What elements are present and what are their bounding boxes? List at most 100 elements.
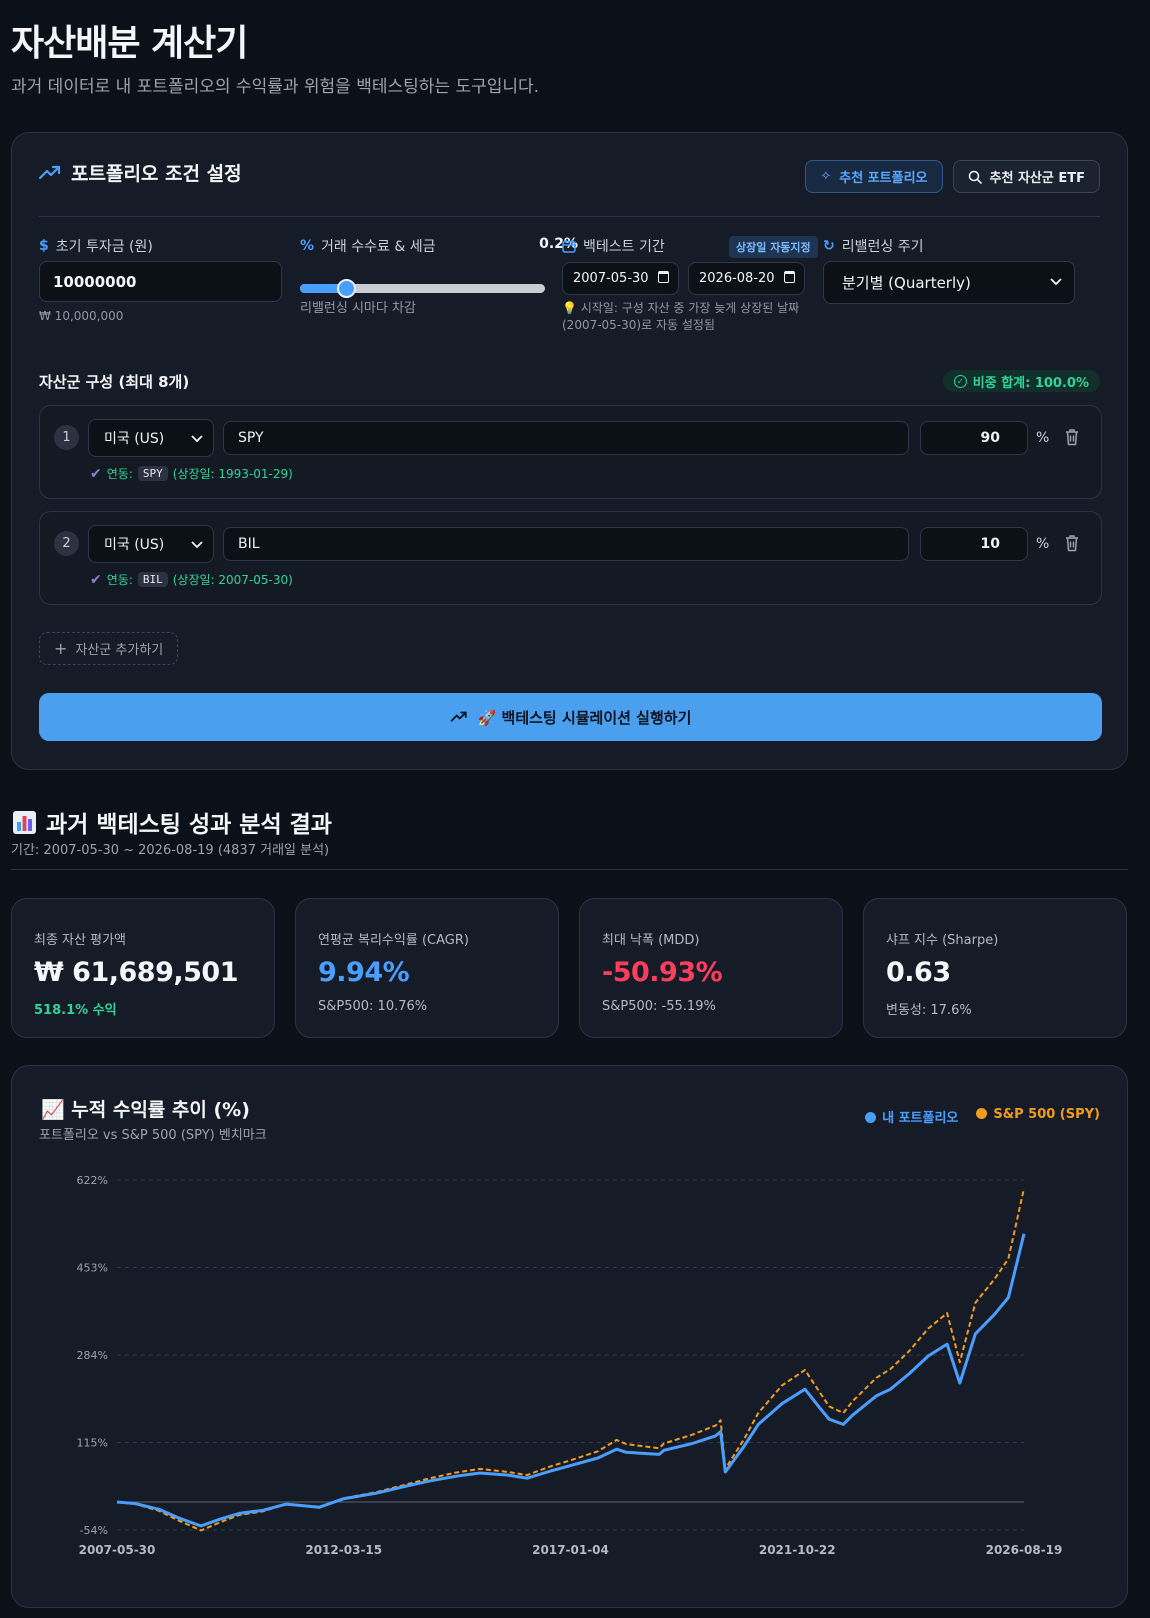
start-date-value: 2007-05-30	[573, 271, 649, 286]
calendar-picker-icon[interactable]	[784, 271, 795, 283]
weight-value: 90	[980, 430, 1000, 446]
kpi-label: 샤프 지수 (Sharpe)	[886, 933, 999, 948]
listing-date: (상장일: 2007-05-30)	[172, 573, 293, 587]
end-date-value: 2026-08-20	[699, 271, 775, 286]
kpi-sub: S&P500: 10.76%	[318, 999, 428, 1014]
initial-capital-formatted: ₩ 10,000,000	[39, 309, 124, 323]
y-tick-label: -54%	[80, 1524, 108, 1537]
cumulative-return-chart: 622% 453% 284% 115% -54% 2007-05-30 2012-03-15…	[77, 1174, 1063, 1557]
initial-capital-value: 10000000	[53, 272, 137, 291]
percent-sign: %	[1036, 536, 1050, 552]
country-select[interactable]: 미국 (US)	[88, 525, 214, 563]
kpi-value: ₩ 61,689,501	[34, 957, 239, 988]
country-select[interactable]: 미국 (US)	[88, 419, 214, 457]
check-icon: ✔	[90, 465, 102, 482]
fee-slider[interactable]	[300, 279, 545, 298]
linked-info: ✔ 연동: SPY (상장일: 1993-01-29)	[90, 465, 293, 482]
bar-chart-icon	[13, 810, 36, 834]
period-note-line1: 💡 시작일: 구성 자산 중 가장 늦게 상장된 날짜	[562, 301, 800, 315]
rebalance-label: ↻ 리밸런싱 주기	[823, 236, 923, 256]
rebalance-label-text: 리밸런싱 주기	[841, 239, 924, 255]
run-backtest-label: 🚀 백테스팅 시뮬레이션 실행하기	[477, 708, 692, 727]
fee-note: 리밸런싱 시마다 차감	[300, 301, 416, 316]
results-heading: 과거 백테스팅 성과 분석 결과	[13, 805, 332, 839]
country-value: 미국 (US)	[104, 431, 165, 447]
period-note-line2: (2007-05-30)로 자동 설정됨	[562, 318, 715, 332]
kpi-label: 연평균 복리수익률 (CAGR)	[318, 933, 469, 948]
auto-listing-badge: 상장일 자동지정	[729, 236, 818, 258]
ticker-input[interactable]: SPY	[223, 421, 909, 455]
trending-up-icon	[450, 711, 467, 722]
series-line-spy	[116, 1188, 1025, 1532]
recommend-portfolio-button[interactable]: ✧ 추천 포트폴리오	[805, 160, 943, 193]
x-tick-label: 2012-03-15	[305, 1543, 382, 1557]
run-backtest-button[interactable]: 🚀 백테스팅 시뮬레이션 실행하기	[39, 693, 1102, 741]
end-date-input[interactable]: 2026-08-20	[688, 262, 805, 295]
rebalance-value: 분기별 (Quarterly)	[842, 274, 971, 292]
rebalance-select[interactable]: 분기별 (Quarterly)	[823, 261, 1075, 304]
kpi-sub: 변동성: 17.6%	[886, 1003, 972, 1018]
kpi-value: 9.94%	[318, 957, 410, 988]
y-tick-label: 115%	[77, 1437, 108, 1450]
dollar-icon: $	[39, 238, 49, 254]
calendar-icon	[562, 240, 576, 253]
kpi-label: 최대 낙폭 (MDD)	[602, 933, 700, 948]
x-tick-label: 2017-01-04	[532, 1543, 609, 1557]
asset-index: 2	[54, 531, 79, 556]
period-label-text: 백테스트 기간	[583, 239, 665, 255]
check-circle-icon: ✓	[953, 374, 967, 388]
initial-capital-input[interactable]: 10000000	[39, 261, 282, 302]
fee-label: % 거래 수수료 & 세금	[300, 236, 435, 256]
ticker-input[interactable]: BIL	[223, 527, 909, 561]
kpi-value: 0.63	[886, 957, 951, 988]
x-tick-label: 2007-05-30	[79, 1543, 156, 1557]
y-tick-label: 284%	[77, 1349, 108, 1362]
calendar-picker-icon[interactable]	[658, 271, 669, 283]
ticker-value: BIL	[238, 536, 260, 552]
period-label: 백테스트 기간	[562, 236, 665, 256]
y-tick-label: 622%	[77, 1174, 108, 1187]
fee-slider-handle[interactable]	[336, 279, 356, 298]
weight-input[interactable]: 10	[920, 527, 1028, 561]
y-tick-label: 453%	[77, 1262, 108, 1275]
linked-label: 연동:	[106, 467, 133, 481]
linked-code: BIL	[137, 572, 168, 587]
asset-row: 2 미국 (US) BIL 10 % ✔ 연동: BIL (상장일: 2007-…	[39, 511, 1102, 605]
page-title: 자산배분 계산기	[11, 23, 248, 64]
results-period: 기간: 2007-05-30 ~ 2026-08-19 (4837 거래일 분석…	[11, 843, 330, 858]
weight-input[interactable]: 90	[920, 421, 1028, 455]
percent-sign: %	[1036, 430, 1050, 446]
sparkles-icon: ✧	[820, 169, 832, 184]
kpi-card-cagr: 연평균 복리수익률 (CAGR) 9.94% S&P500: 10.76%	[295, 898, 559, 1038]
country-value: 미국 (US)	[104, 537, 165, 553]
chevron-down-icon	[191, 541, 203, 549]
kpi-sub: 518.1% 수익	[34, 1003, 117, 1018]
recommend-portfolio-label: 추천 포트폴리오	[839, 171, 928, 186]
recommend-etf-label: 추천 자산군 ETF	[989, 171, 1085, 186]
trash-icon[interactable]	[1064, 428, 1080, 446]
asset-row: 1 미국 (US) SPY 90 % ✔ 연동: SPY (상장일: 1993-…	[39, 405, 1102, 499]
start-date-input[interactable]: 2007-05-30	[562, 262, 679, 295]
settings-divider	[39, 216, 1100, 217]
results-heading-label: 과거 백테스팅 성과 분석 결과	[46, 812, 332, 838]
trash-icon[interactable]	[1064, 534, 1080, 552]
percent-icon: %	[300, 238, 315, 254]
x-tick-label: 2026-08-19	[986, 1543, 1063, 1557]
weight-sum-text: 비중 합계: 100.0%	[972, 375, 1089, 391]
initial-capital-label: $ 초기 투자금 (원)	[39, 236, 153, 256]
page-subtitle: 과거 데이터로 내 포트폴리오의 수익률과 위험을 백테스팅하는 도구입니다.	[11, 77, 540, 97]
period-note: 💡 시작일: 구성 자산 중 가장 늦게 상장된 날짜 (2007-05-30)…	[562, 300, 799, 334]
settings-card: 포트폴리오 조건 설정 ✧ 추천 포트폴리오 추천 자산군 ETF $ 초기 투…	[11, 132, 1128, 770]
kpi-label: 최종 자산 평가액	[34, 933, 126, 948]
add-asset-button[interactable]: + 자산군 추가하기	[39, 632, 179, 665]
refresh-icon: ↻	[823, 238, 835, 254]
recommend-etf-button[interactable]: 추천 자산군 ETF	[952, 160, 1100, 193]
linked-code: SPY	[137, 466, 168, 481]
initial-capital-label-text: 초기 투자금 (원)	[55, 239, 153, 255]
kpi-value: -50.93%	[602, 957, 723, 988]
series-line-portfolio	[116, 1233, 1026, 1528]
settings-heading: 포트폴리오 조건 설정	[39, 159, 242, 186]
assets-heading: 자산군 구성 (최대 8개)	[39, 373, 190, 391]
trending-up-icon	[39, 165, 61, 179]
weight-value: 10	[980, 536, 1000, 552]
